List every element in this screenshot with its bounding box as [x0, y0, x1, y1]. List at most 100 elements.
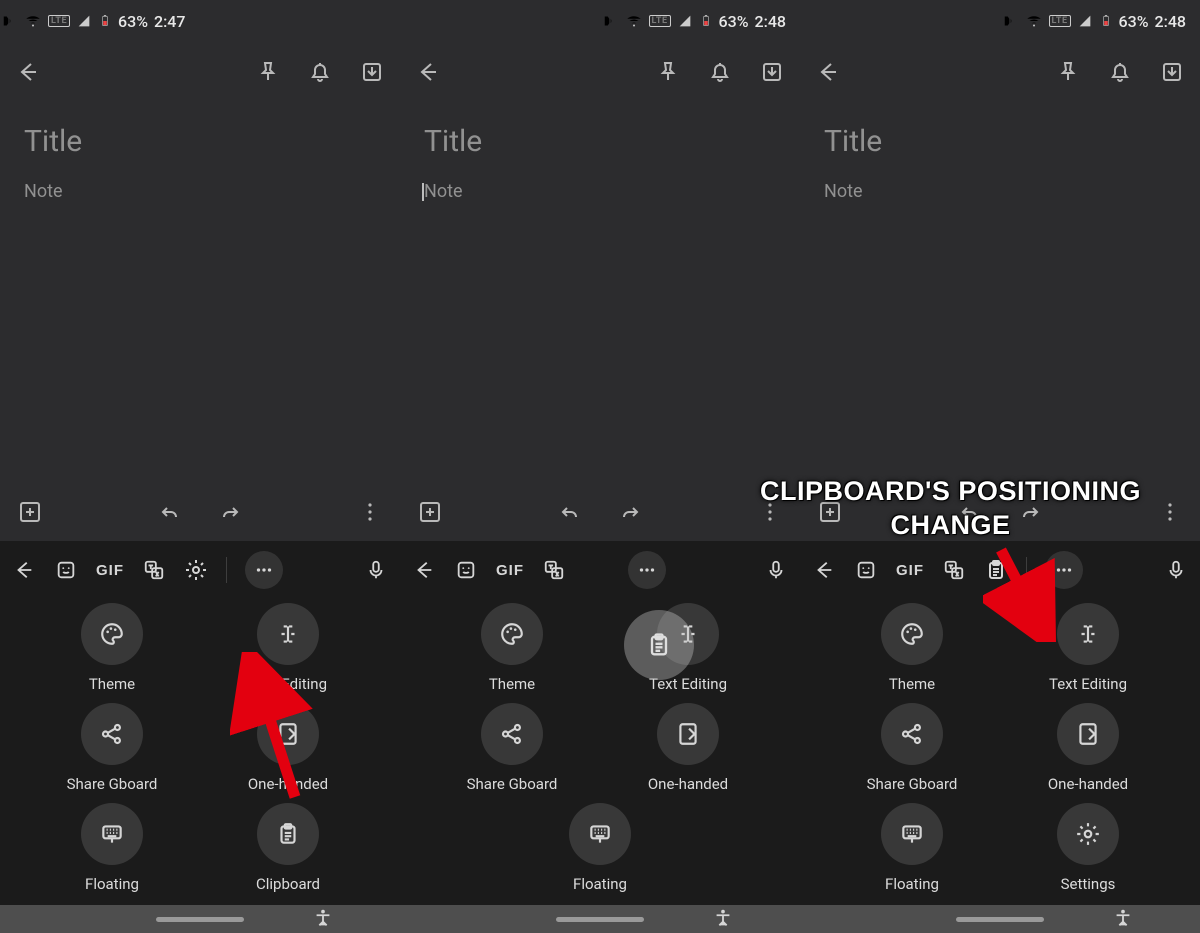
volte-icon [0, 12, 18, 30]
kbd-tile-palette[interactable]: Theme [453, 603, 571, 693]
app-bar [800, 42, 1200, 106]
kbd-tile-palette[interactable]: Theme [853, 603, 971, 693]
kbar-mic-icon[interactable] [364, 559, 388, 581]
kbd-tile-share[interactable]: Share Gboard [853, 703, 971, 793]
kbd-tile-palette[interactable]: Theme [53, 603, 171, 693]
kbar-sticker-icon[interactable] [454, 559, 478, 581]
kbd-tile-share[interactable]: Share Gboard [453, 703, 571, 793]
dragging-clipboard-icon[interactable] [624, 610, 694, 680]
accessibility-icon[interactable] [312, 907, 334, 933]
kbd-tile-ibeam[interactable]: Text Editing [229, 603, 347, 693]
reminder-button[interactable] [708, 60, 732, 88]
battery-icon [699, 12, 713, 30]
kbd-tile-settings[interactable]: Settings [1029, 803, 1147, 893]
undo-button[interactable] [158, 500, 182, 528]
tile-label: Floating [885, 875, 939, 893]
archive-button[interactable] [760, 60, 784, 88]
gesture-handle[interactable] [556, 917, 644, 922]
reminder-button[interactable] [1108, 60, 1132, 88]
title-input[interactable]: Title [24, 124, 376, 159]
kbar-gif-button[interactable]: GIF [96, 562, 124, 579]
back-button[interactable] [16, 60, 40, 88]
lte-badge: LTE [48, 15, 70, 27]
battery-percent: 63% [719, 12, 749, 31]
kbd-tile-floatkb[interactable]: Floating [853, 803, 971, 893]
undo-button[interactable] [558, 500, 582, 528]
kbd-tile-floatkb[interactable]: Floating [53, 803, 171, 893]
keyboard-panel: GIF Theme Text Editing Share Gboard One-… [0, 541, 400, 905]
palette-icon [81, 603, 143, 665]
kbd-tile-onehand[interactable]: One-handed [229, 703, 347, 793]
note-toolbar [400, 487, 800, 541]
back-button[interactable] [816, 60, 840, 88]
pin-button[interactable] [256, 60, 280, 88]
clock-time: 2:48 [755, 12, 787, 31]
note-input[interactable]: Note [424, 181, 776, 202]
kbar-translate-icon[interactable] [942, 559, 966, 581]
redo-button[interactable] [618, 500, 642, 528]
tile-label: Theme [489, 675, 535, 693]
share-icon [881, 703, 943, 765]
note-content: Title Note [800, 106, 1200, 202]
clock-time: 2:47 [154, 12, 186, 31]
nav-bar [400, 905, 800, 933]
add-button[interactable] [18, 500, 42, 528]
more-button[interactable] [358, 500, 382, 528]
kbar-more-button[interactable] [1045, 551, 1083, 589]
signal-icon [677, 13, 693, 29]
title-input[interactable]: Title [424, 124, 776, 159]
kbar-mic-icon[interactable] [764, 559, 788, 581]
kbar-more-button[interactable] [628, 551, 666, 589]
kbd-tile-ibeam[interactable]: Text Editing [1029, 603, 1147, 693]
pin-button[interactable] [1056, 60, 1080, 88]
kbar-back-icon[interactable] [412, 559, 436, 581]
battery-icon [98, 12, 112, 30]
annotation-text: CLIPBOARD'S POSITIONING CHANGE [760, 475, 1141, 543]
kbd-tile-onehand[interactable]: One-handed [1029, 703, 1147, 793]
lte-badge: LTE [1049, 15, 1071, 27]
back-button[interactable] [416, 60, 440, 88]
add-button[interactable] [418, 500, 442, 528]
kbar-settings-icon[interactable] [184, 558, 208, 582]
tile-label: Share Gboard [467, 775, 558, 793]
title-input[interactable]: Title [824, 124, 1176, 159]
kbd-tile-share[interactable]: Share Gboard [53, 703, 171, 793]
settings-icon [1057, 803, 1119, 865]
kbar-sticker-icon[interactable] [54, 559, 78, 581]
floatkb-icon [81, 803, 143, 865]
gesture-handle[interactable] [956, 917, 1044, 922]
signal-icon [1077, 13, 1093, 29]
kbar-back-icon[interactable] [12, 559, 36, 581]
share-icon [81, 703, 143, 765]
volte-icon [1001, 12, 1019, 30]
gesture-handle[interactable] [156, 917, 244, 922]
kbar-gif-button[interactable]: GIF [496, 562, 524, 579]
kbar-clipboard-icon[interactable] [984, 558, 1008, 582]
status-bar: LTE 63% 2:48 [800, 0, 1200, 42]
kbar-sticker-icon[interactable] [854, 559, 878, 581]
kbar-mic-icon[interactable] [1164, 559, 1188, 581]
tile-label: Theme [89, 675, 135, 693]
reminder-button[interactable] [308, 60, 332, 88]
wifi-icon [625, 12, 643, 30]
keyboard-shortcut-grid: Theme Text Editing Share Gboard One-hand… [400, 599, 800, 905]
note-input[interactable]: Note [824, 181, 1176, 202]
kbd-tile-floatkb[interactable]: Floating [541, 803, 659, 893]
panel-3: LTE 63% 2:48 Title Note [800, 0, 1200, 933]
more-button[interactable] [1158, 500, 1182, 528]
note-input[interactable]: Note [24, 181, 376, 202]
tile-label: One-handed [248, 775, 328, 793]
kbar-more-button[interactable] [245, 551, 283, 589]
accessibility-icon[interactable] [712, 907, 734, 933]
kbar-gif-button[interactable]: GIF [896, 562, 924, 579]
kbd-tile-clipboard[interactable]: Clipboard [229, 803, 347, 893]
pin-button[interactable] [656, 60, 680, 88]
redo-button[interactable] [218, 500, 242, 528]
archive-button[interactable] [360, 60, 384, 88]
accessibility-icon[interactable] [1112, 907, 1134, 933]
archive-button[interactable] [1160, 60, 1184, 88]
kbd-tile-onehand[interactable]: One-handed [629, 703, 747, 793]
kbar-translate-icon[interactable] [142, 559, 166, 581]
kbar-back-icon[interactable] [812, 559, 836, 581]
kbar-translate-icon[interactable] [542, 559, 566, 581]
